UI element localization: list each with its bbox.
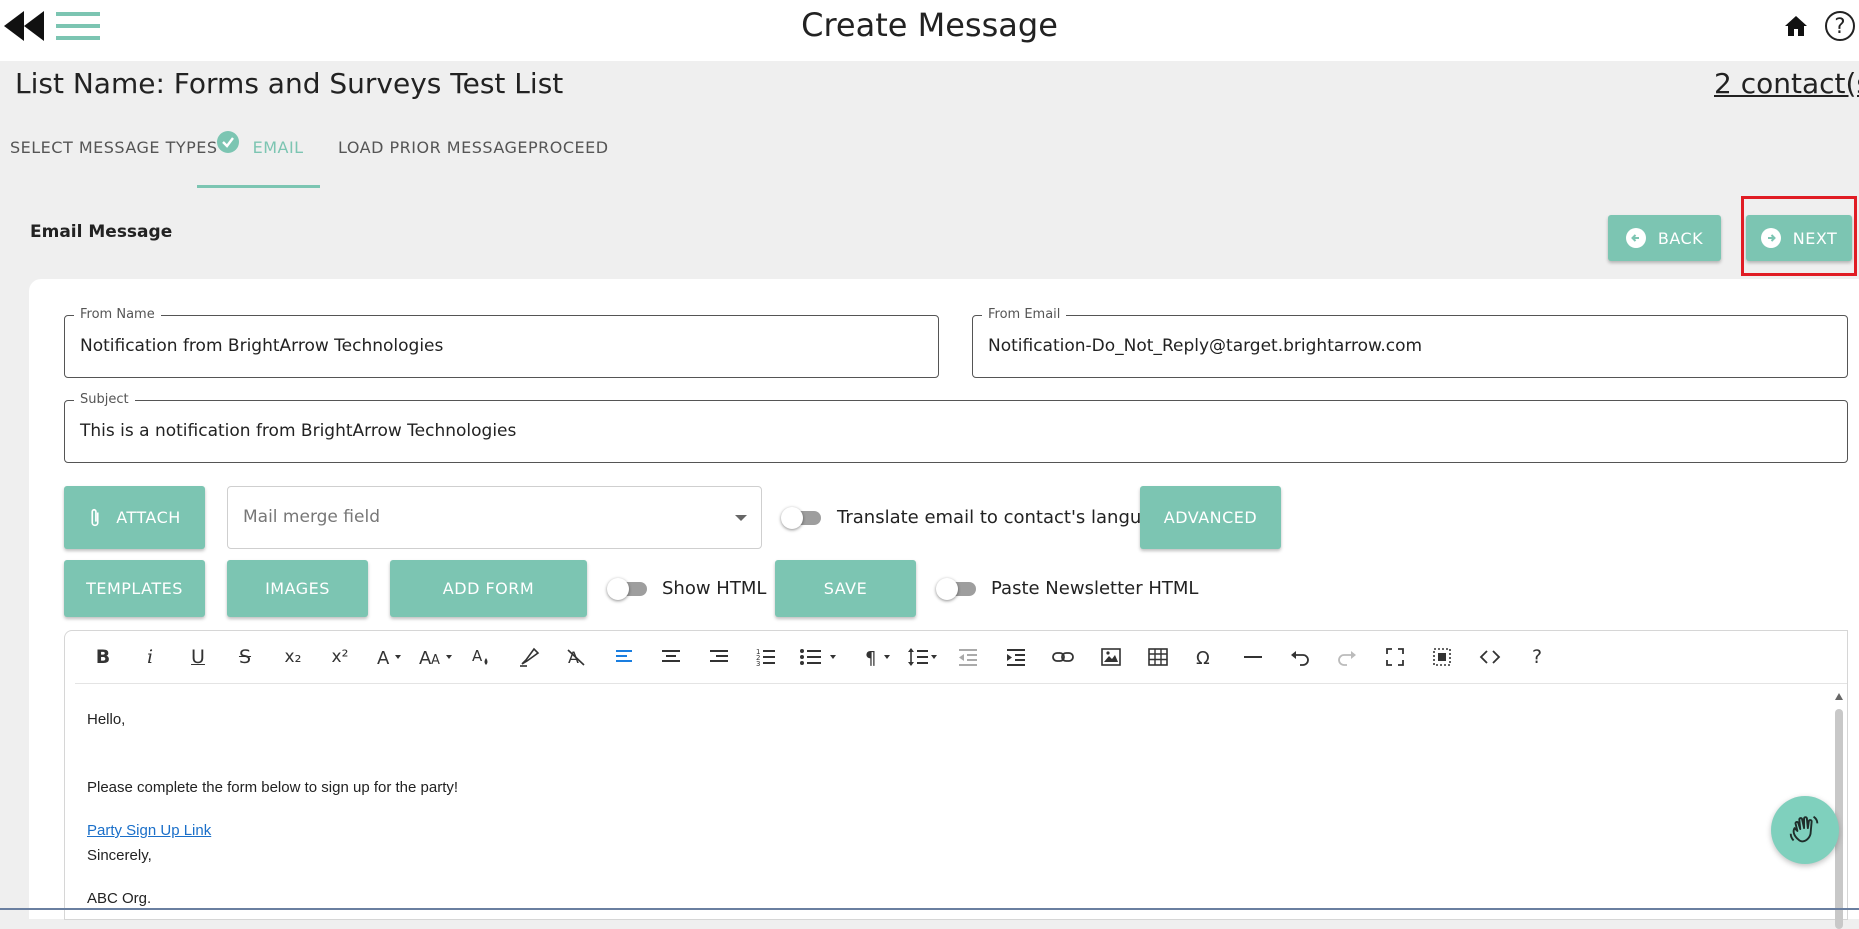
select-all-icon[interactable] [1426, 641, 1458, 673]
show-html-label: Show HTML [662, 578, 767, 599]
font-size-icon[interactable]: AA [415, 641, 459, 673]
redo-icon[interactable] [1331, 641, 1363, 673]
subject-field[interactable]: Subject This is a notification from Brig… [64, 392, 1848, 463]
mail-merge-select[interactable]: Mail merge field [227, 486, 762, 549]
highlighter-icon[interactable] [513, 641, 545, 673]
subject-label: Subject [74, 392, 135, 407]
paragraph-format-icon[interactable]: ¶ [859, 641, 899, 673]
back-button-label: BACK [1657, 228, 1704, 248]
greeting-text: Hello, [87, 711, 126, 728]
bold-button[interactable]: B [87, 641, 119, 673]
svg-text:¶: ¶ [865, 648, 876, 668]
indent-icon[interactable] [1000, 641, 1032, 673]
subject-value: This is a notification from BrightArrow … [80, 421, 517, 441]
attach-button-label: ATTACH [116, 508, 181, 527]
party-sign-up-link[interactable]: Party Sign Up Link [87, 822, 211, 839]
svg-text:Ω: Ω [1196, 648, 1210, 668]
save-button[interactable]: SAVE [775, 560, 916, 617]
strikethrough-button[interactable]: S [229, 641, 261, 673]
signature-text: ABC Org. [87, 890, 152, 907]
message-steps-tabs: SELECT MESSAGE TYPES EMAIL LOAD PRIOR ME… [0, 128, 700, 188]
from-email-value: Notification-Do_Not_Reply@target.brighta… [988, 336, 1423, 356]
editor-toolbar: B i U S x₂ x² A AA A A 123 ¶ Ω ? [65, 631, 1847, 683]
paste-newsletter-toggle[interactable] [936, 576, 976, 600]
editor-help-icon[interactable]: ? [1521, 641, 1553, 673]
add-form-button[interactable]: ADD FORM [390, 560, 587, 617]
next-button-highlight [1741, 196, 1857, 276]
translate-label: Translate email to contact's language [837, 507, 1175, 528]
tab-load-prior-message[interactable]: LOAD PRIOR MESSAGE [338, 128, 528, 188]
font-color-icon[interactable]: A [370, 641, 410, 673]
dropdown-caret-icon [735, 515, 747, 521]
section-title: Email Message [30, 222, 173, 242]
from-name-label: From Name [74, 307, 161, 322]
mail-merge-placeholder: Mail merge field [243, 507, 380, 527]
align-center-icon[interactable] [655, 641, 687, 673]
editor-scrollbar[interactable] [1832, 689, 1846, 929]
list-name: List Name: Forms and Surveys Test List [15, 67, 564, 100]
superscript-button[interactable]: x² [324, 641, 356, 673]
waving-hand-icon [1789, 815, 1819, 843]
from-name-value: Notification from BrightArrow Technologi… [80, 336, 444, 356]
insert-table-icon[interactable] [1142, 641, 1174, 673]
scroll-up-arrow-icon[interactable] [1835, 693, 1843, 700]
from-email-label: From Email [982, 307, 1067, 322]
rich-text-editor[interactable]: B i U S x₂ x² A AA A A 123 ¶ Ω ? Hello, … [64, 630, 1848, 929]
outdent-icon[interactable] [952, 641, 984, 673]
code-view-icon[interactable] [1474, 641, 1506, 673]
chat-help-button[interactable] [1771, 796, 1839, 864]
help-icon[interactable]: ? [1825, 11, 1855, 41]
subscript-button[interactable]: x₂ [277, 641, 309, 673]
tab-email-label: EMAIL [252, 138, 304, 157]
toolbar-divider [75, 683, 1847, 684]
contacts-link[interactable]: 2 contact(s) [1714, 67, 1859, 100]
paste-newsletter-label: Paste Newsletter HTML [991, 578, 1199, 599]
attach-button[interactable]: ATTACH [64, 486, 205, 549]
align-right-icon[interactable] [703, 641, 735, 673]
top-bar: Create Message ? [0, 0, 1859, 61]
images-button[interactable]: IMAGES [227, 560, 368, 617]
translate-toggle[interactable] [781, 505, 821, 529]
show-html-toggle[interactable] [607, 576, 647, 600]
check-circle-icon [217, 131, 239, 153]
clear-formatting-icon[interactable]: A [560, 641, 592, 673]
italic-button[interactable]: i [134, 641, 166, 673]
align-left-icon[interactable] [608, 641, 640, 673]
back-button[interactable]: BACK [1608, 215, 1721, 261]
advanced-button[interactable]: ADVANCED [1140, 486, 1281, 549]
svg-text:3: 3 [756, 660, 760, 668]
from-name-field[interactable]: From Name Notification from BrightArrow … [64, 307, 939, 378]
undo-icon[interactable] [1284, 641, 1316, 673]
unordered-list-icon[interactable] [796, 641, 842, 673]
line-height-icon[interactable] [903, 641, 943, 673]
special-characters-icon[interactable]: Ω [1189, 641, 1221, 673]
tab-proceed[interactable]: PROCEED [528, 128, 609, 188]
tab-email[interactable]: EMAIL [197, 128, 320, 188]
templates-button[interactable]: TEMPLATES [64, 560, 205, 617]
paperclip-icon [91, 508, 99, 526]
page-title: Create Message [801, 6, 1058, 44]
from-email-field[interactable]: From Email Notification-Do_Not_Reply@tar… [972, 307, 1848, 378]
insert-link-icon[interactable] [1047, 641, 1079, 673]
fullscreen-icon[interactable] [1379, 641, 1411, 673]
text-color-drop-icon[interactable]: A [466, 641, 498, 673]
underline-button[interactable]: U [182, 641, 214, 673]
body-text: Please complete the form below to sign u… [87, 779, 459, 796]
horizontal-line-icon[interactable] [1237, 641, 1269, 673]
tab-select-message-types[interactable]: SELECT MESSAGE TYPES [10, 128, 218, 188]
closing-text: Sincerely, [87, 847, 152, 864]
svg-text:A: A [472, 647, 483, 665]
svg-text:A: A [377, 648, 390, 668]
svg-text:A: A [431, 653, 440, 668]
insert-image-icon[interactable] [1095, 641, 1127, 673]
arrow-left-circle-icon [1625, 228, 1646, 248]
ordered-list-icon[interactable]: 123 [750, 641, 782, 673]
home-icon[interactable] [1784, 14, 1808, 38]
